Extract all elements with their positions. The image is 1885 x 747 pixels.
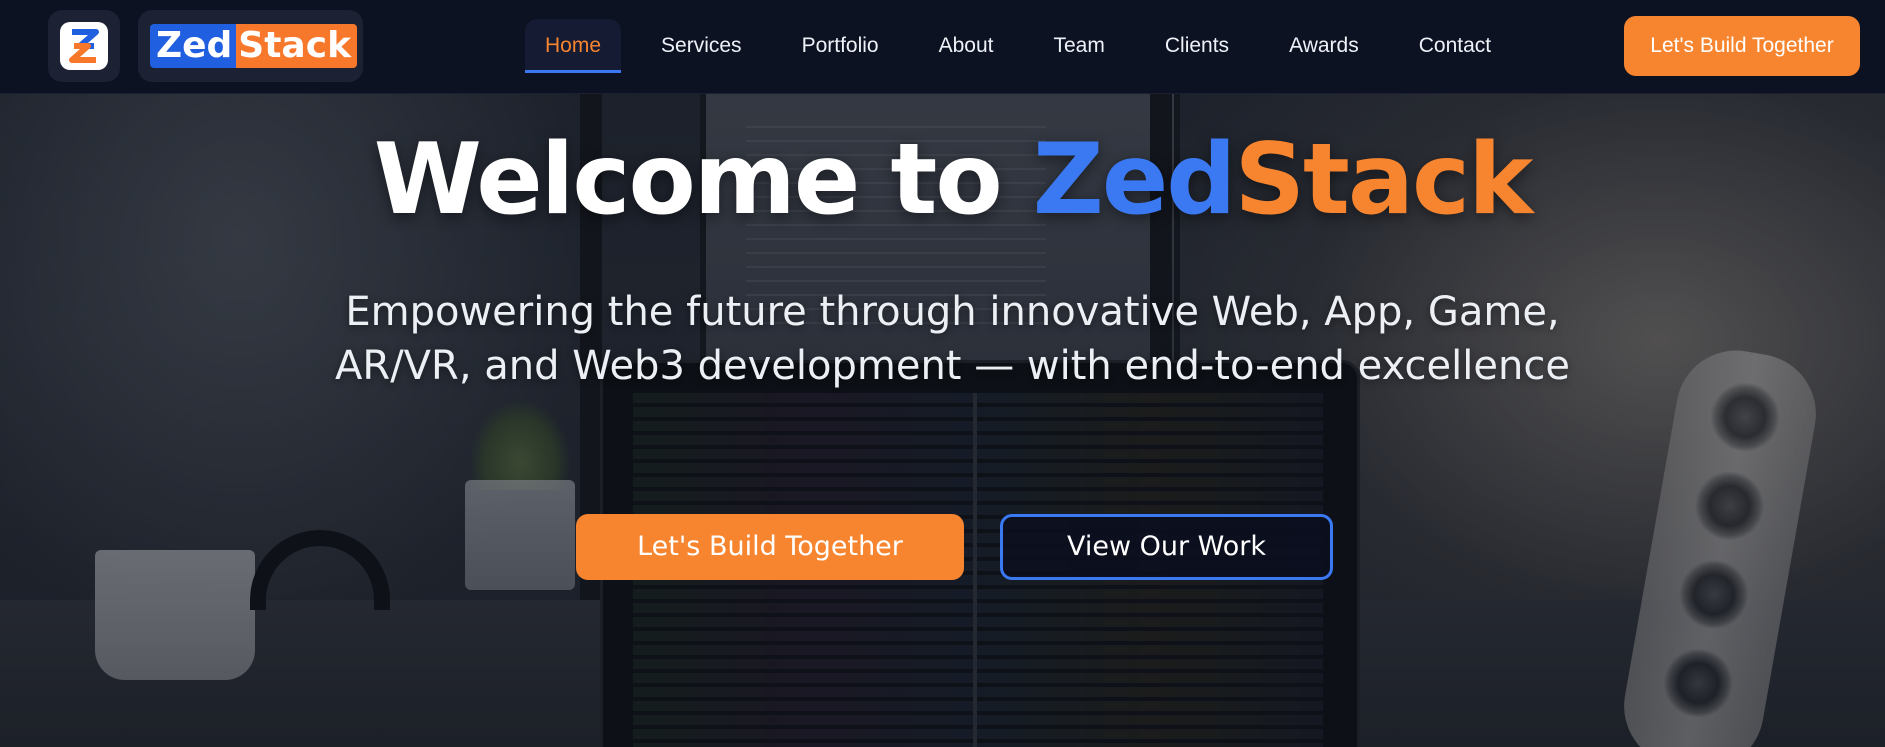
view-our-work-button[interactable]: View Our Work	[1000, 514, 1333, 580]
nav-contact[interactable]: Contact	[1399, 19, 1511, 73]
nav-team[interactable]: Team	[1034, 19, 1125, 73]
logo-part-stack: Stack	[236, 24, 358, 68]
nav-awards[interactable]: Awards	[1269, 19, 1379, 73]
hero-title-prefix: Welcome to	[373, 123, 1033, 237]
hero-subtitle: Empowering the future through innovative…	[280, 285, 1625, 393]
logo-wordmark: Zed Stack	[150, 24, 358, 68]
site-header: Zed Stack Home Services Portfolio About T…	[0, 0, 1885, 94]
hero-subtitle-line-2: AR/VR, and Web3 development — with end-t…	[335, 343, 1570, 389]
nav-services[interactable]: Services	[641, 19, 762, 73]
header-cta-button[interactable]: Let's Build Together	[1624, 16, 1860, 76]
logo-part-zed: Zed	[150, 24, 237, 68]
zedstack-z-icon	[60, 22, 108, 70]
hero-title: Welcome to ZedStack	[0, 120, 1885, 240]
logo-wordmark-container[interactable]: Zed Stack	[138, 10, 363, 82]
hero-subtitle-line-1: Empowering the future through innovative…	[345, 289, 1560, 335]
nav-portfolio[interactable]: Portfolio	[782, 19, 899, 73]
hero-title-brand-stack: Stack	[1234, 123, 1533, 237]
nav-home[interactable]: Home	[525, 19, 622, 73]
logo-icon-container[interactable]	[48, 10, 120, 82]
lets-build-together-button[interactable]: Let's Build Together	[576, 514, 964, 580]
nav-clients[interactable]: Clients	[1145, 19, 1249, 73]
hero-title-brand-zed: Zed	[1032, 123, 1237, 237]
nav-about[interactable]: About	[919, 19, 1014, 73]
main-nav: Home Services Portfolio About Team Clien…	[525, 18, 1531, 74]
